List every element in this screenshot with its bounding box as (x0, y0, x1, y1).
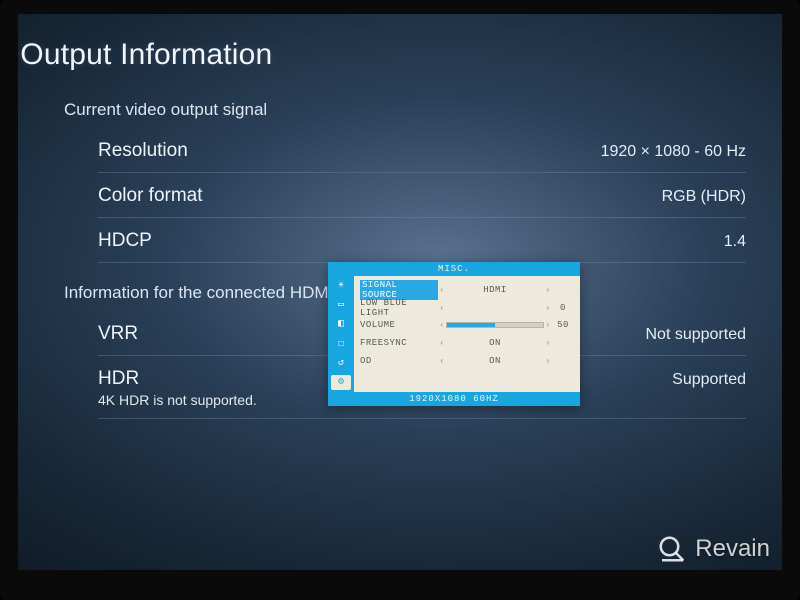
chevron-left-icon[interactable]: ‹ (438, 321, 446, 330)
row-hdcp[interactable]: HDCP 1.4 (98, 218, 746, 263)
row-hdcp-value: 1.4 (724, 233, 746, 251)
picture-icon[interactable]: ▭ (331, 297, 351, 312)
chevron-right-icon[interactable]: › (544, 357, 552, 366)
osd-menu-table: SIGNAL SOURCE ‹ HDMI › LOW BLUE LIGHT ‹ … (354, 276, 580, 392)
chevron-left-icon[interactable]: ‹ (438, 357, 446, 366)
color-icon[interactable]: ◧ (331, 317, 351, 332)
magnify-icon (657, 534, 687, 564)
chevron-right-icon[interactable]: › (544, 304, 552, 313)
section-output-signal-heading: Current video output signal (64, 100, 754, 120)
console-settings-screen: eo Output Information Current video outp… (18, 14, 782, 570)
row-vrr-label: VRR (98, 323, 138, 345)
row-resolution-value: 1920 × 1080 - 60 Hz (601, 143, 746, 161)
watermark: Revain (657, 534, 770, 564)
page-title: eo Output Information (18, 38, 754, 72)
osd-icon-column: ☀ ▭ ◧ ☐ ↺ ⚙ (328, 276, 354, 392)
volume-bar[interactable] (446, 322, 544, 328)
chevron-left-icon[interactable]: ‹ (438, 304, 446, 313)
osd-row-low-blue-light[interactable]: LOW BLUE LIGHT ‹ › 0 (360, 298, 574, 316)
osd-row-volume[interactable]: VOLUME ‹ › 50 (360, 316, 574, 334)
watermark-text: Revain (695, 535, 770, 563)
row-hdcp-label: HDCP (98, 230, 152, 252)
row-color-format-label: Color format (98, 185, 203, 207)
reset-icon[interactable]: ↺ (331, 355, 351, 370)
row-color-format-value: RGB (HDR) (662, 188, 746, 206)
osd-header: MISC. (328, 262, 580, 276)
chevron-right-icon[interactable]: › (544, 321, 552, 330)
monitor-osd-overlay: MISC. ☀ ▭ ◧ ☐ ↺ ⚙ SIGNAL SOURCE ‹ HDMI › (328, 262, 580, 406)
osd-row-signal-source[interactable]: SIGNAL SOURCE ‹ HDMI › (360, 280, 574, 298)
row-resolution[interactable]: Resolution 1920 × 1080 - 60 Hz (98, 128, 746, 173)
osd-footer: 1920X1080 60HZ (328, 392, 580, 406)
osd-row-freesync[interactable]: FREESYNC ‹ ON › (360, 334, 574, 352)
osd-settings-icon[interactable]: ☐ (331, 336, 351, 351)
chevron-right-icon[interactable]: › (544, 286, 552, 295)
misc-icon[interactable]: ⚙ (331, 375, 351, 390)
row-color-format[interactable]: Color format RGB (HDR) (98, 173, 746, 218)
chevron-right-icon[interactable]: › (544, 339, 552, 348)
brightness-icon[interactable]: ☀ (331, 278, 351, 293)
chevron-left-icon[interactable]: ‹ (438, 286, 446, 295)
row-hdr-label: HDR (98, 368, 139, 390)
row-vrr-value: Not supported (645, 326, 746, 344)
row-resolution-label: Resolution (98, 140, 188, 162)
row-hdr-value: Supported (672, 371, 746, 389)
chevron-left-icon[interactable]: ‹ (438, 339, 446, 348)
osd-row-od[interactable]: OD ‹ ON › (360, 352, 574, 370)
